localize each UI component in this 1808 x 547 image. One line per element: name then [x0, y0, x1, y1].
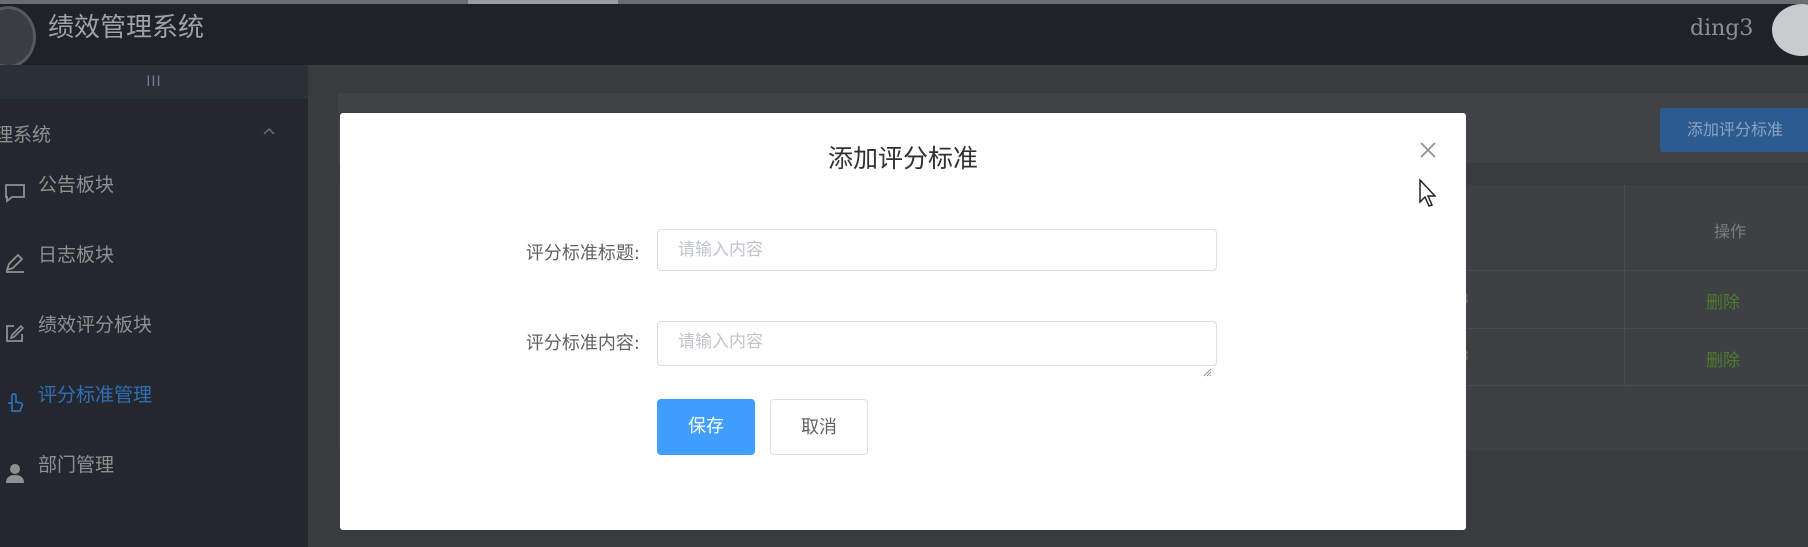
mouse-cursor-icon	[1418, 178, 1437, 208]
sidebar-item-label: 公告板块	[38, 174, 115, 196]
menu-group-label: 理系统	[0, 124, 52, 146]
column-header-actions: 操作	[1714, 222, 1747, 241]
add-criteria-button[interactable]: 添加评分标准	[1660, 108, 1808, 152]
sidebar-item-performance[interactable]: 绩效评分板块	[0, 303, 308, 347]
cancel-button[interactable]: 取消	[770, 399, 868, 455]
criteria-title-input[interactable]: 请输入内容	[657, 229, 1217, 271]
logo-icon	[0, 6, 36, 68]
sidebar-item-announcements[interactable]: 公告板块	[0, 163, 308, 207]
sidebar-item-logs[interactable]: 日志板块	[0, 233, 308, 277]
chevron-up-icon	[262, 113, 276, 157]
username[interactable]: ding3	[1690, 14, 1753, 44]
sidebar: III 理系统 公告板块 日志板块 绩效评分板块 评分标准管理 部门管理	[0, 65, 308, 547]
content-field-label: 评分标准内容:	[525, 333, 640, 354]
sidebar-item-label: 绩效评分板块	[38, 314, 153, 336]
add-criteria-dialog: 添加评分标准 评分标准标题: 请输入内容 评分标准内容: 请输入内容 保存 取消	[340, 113, 1466, 530]
sidebar-item-departments[interactable]: 部门管理	[0, 443, 308, 487]
hand-pointer-icon	[4, 385, 26, 412]
chat-bubble-icon	[4, 175, 26, 203]
dialog-title: 添加评分标准	[827, 144, 978, 173]
menu-group-system[interactable]: 理系统	[0, 113, 308, 157]
sidebar-item-label: 日志板块	[38, 244, 115, 266]
textarea-placeholder: 请输入内容	[678, 332, 763, 352]
delete-link[interactable]: 删除	[1706, 346, 1740, 371]
user-icon	[4, 455, 26, 483]
app-header: 绩效管理系统 ding3	[0, 4, 1808, 68]
avatar[interactable]	[1772, 4, 1808, 56]
app-title: 绩效管理系统	[48, 13, 205, 43]
criteria-content-textarea[interactable]: 请输入内容	[657, 321, 1217, 377]
edit-icon	[4, 315, 26, 342]
pen-icon	[4, 245, 26, 273]
sidebar-item-label: 评分标准管理	[38, 384, 153, 406]
sidebar-item-criteria[interactable]: 评分标准管理	[0, 373, 308, 417]
sidebar-item-label: 部门管理	[38, 454, 115, 476]
collapse-toggle[interactable]: III	[0, 65, 308, 99]
delete-link[interactable]: 删除	[1706, 288, 1740, 313]
resize-handle-icon[interactable]	[1202, 352, 1212, 377]
title-field-label: 评分标准标题:	[525, 243, 640, 264]
column-divider	[1624, 185, 1625, 385]
close-icon[interactable]	[1417, 139, 1439, 161]
save-button[interactable]: 保存	[657, 399, 755, 455]
